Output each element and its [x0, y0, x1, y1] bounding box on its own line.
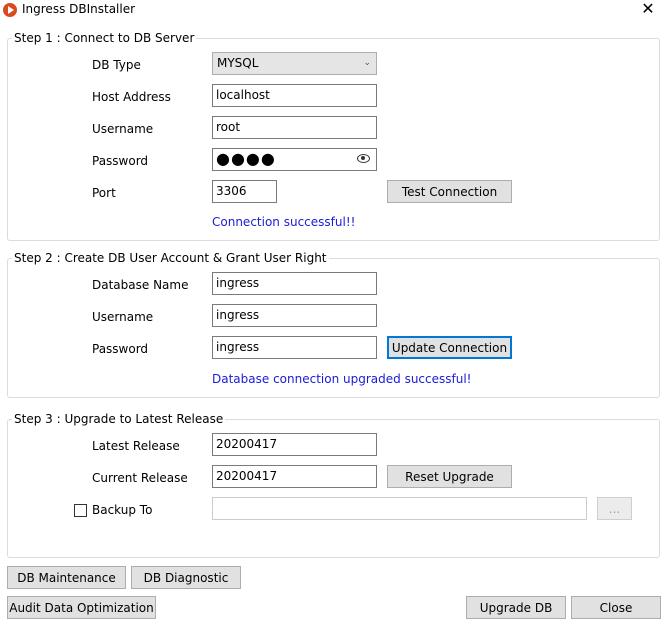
backup-to-label: Backup To [92, 503, 153, 517]
upgrade-db-button[interactable]: Upgrade DB [466, 596, 566, 619]
connection-status: Connection successful!! [212, 215, 356, 229]
reset-upgrade-button[interactable]: Reset Upgrade [387, 465, 512, 488]
step1-legend: Step 1 : Connect to DB Server [14, 31, 195, 45]
test-connection-button[interactable]: Test Connection [387, 180, 512, 203]
current-release-input[interactable]: 20200417 [212, 465, 377, 488]
username-label: Username [92, 122, 154, 136]
db-password-label: Password [92, 342, 149, 356]
app-icon [3, 3, 17, 17]
password-label: Password [92, 154, 149, 168]
latest-release-input[interactable]: 20200417 [212, 433, 377, 456]
host-address-label: Host Address [92, 90, 171, 104]
step3-legend: Step 3 : Upgrade to Latest Release [14, 412, 224, 426]
backup-path-input[interactable] [212, 497, 587, 520]
db-type-select[interactable]: MYSQL ⌄ [212, 52, 377, 75]
db-username-label: Username [92, 310, 154, 324]
step2-legend: Step 2 : Create DB User Account & Grant … [14, 251, 327, 265]
db-password-input[interactable]: ingress [212, 336, 377, 359]
eye-icon[interactable] [357, 154, 370, 163]
db-type-value: MYSQL [217, 56, 259, 70]
username-input[interactable]: root [212, 116, 377, 139]
password-mask: ●●●● [216, 149, 276, 168]
title-bar: Ingress DBInstaller ✕ [0, 0, 669, 20]
current-release-label: Current Release [92, 471, 188, 485]
database-name-label: Database Name [92, 278, 189, 292]
db-username-input[interactable]: ingress [212, 304, 377, 327]
database-name-input[interactable]: ingress [212, 272, 377, 295]
password-input[interactable]: ●●●● [212, 148, 377, 171]
window-title: Ingress DBInstaller [22, 2, 136, 16]
db-diagnostic-button[interactable]: DB Diagnostic [131, 566, 241, 589]
backup-checkbox[interactable] [74, 504, 87, 517]
close-icon[interactable]: ✕ [636, 0, 660, 19]
upgrade-status: Database connection upgraded successful! [212, 372, 472, 386]
update-connection-button[interactable]: Update Connection [387, 336, 512, 359]
chevron-down-icon: ⌄ [363, 58, 371, 68]
close-button[interactable]: Close [571, 596, 661, 619]
port-input[interactable]: 3306 [212, 180, 277, 203]
port-label: Port [92, 186, 116, 200]
audit-data-optimization-button[interactable]: Audit Data Optimization [7, 596, 156, 619]
host-address-input[interactable]: localhost [212, 84, 377, 107]
latest-release-label: Latest Release [92, 439, 180, 453]
browse-button[interactable]: ... [597, 497, 632, 520]
db-maintenance-button[interactable]: DB Maintenance [7, 566, 126, 589]
db-type-label: DB Type [92, 58, 141, 72]
